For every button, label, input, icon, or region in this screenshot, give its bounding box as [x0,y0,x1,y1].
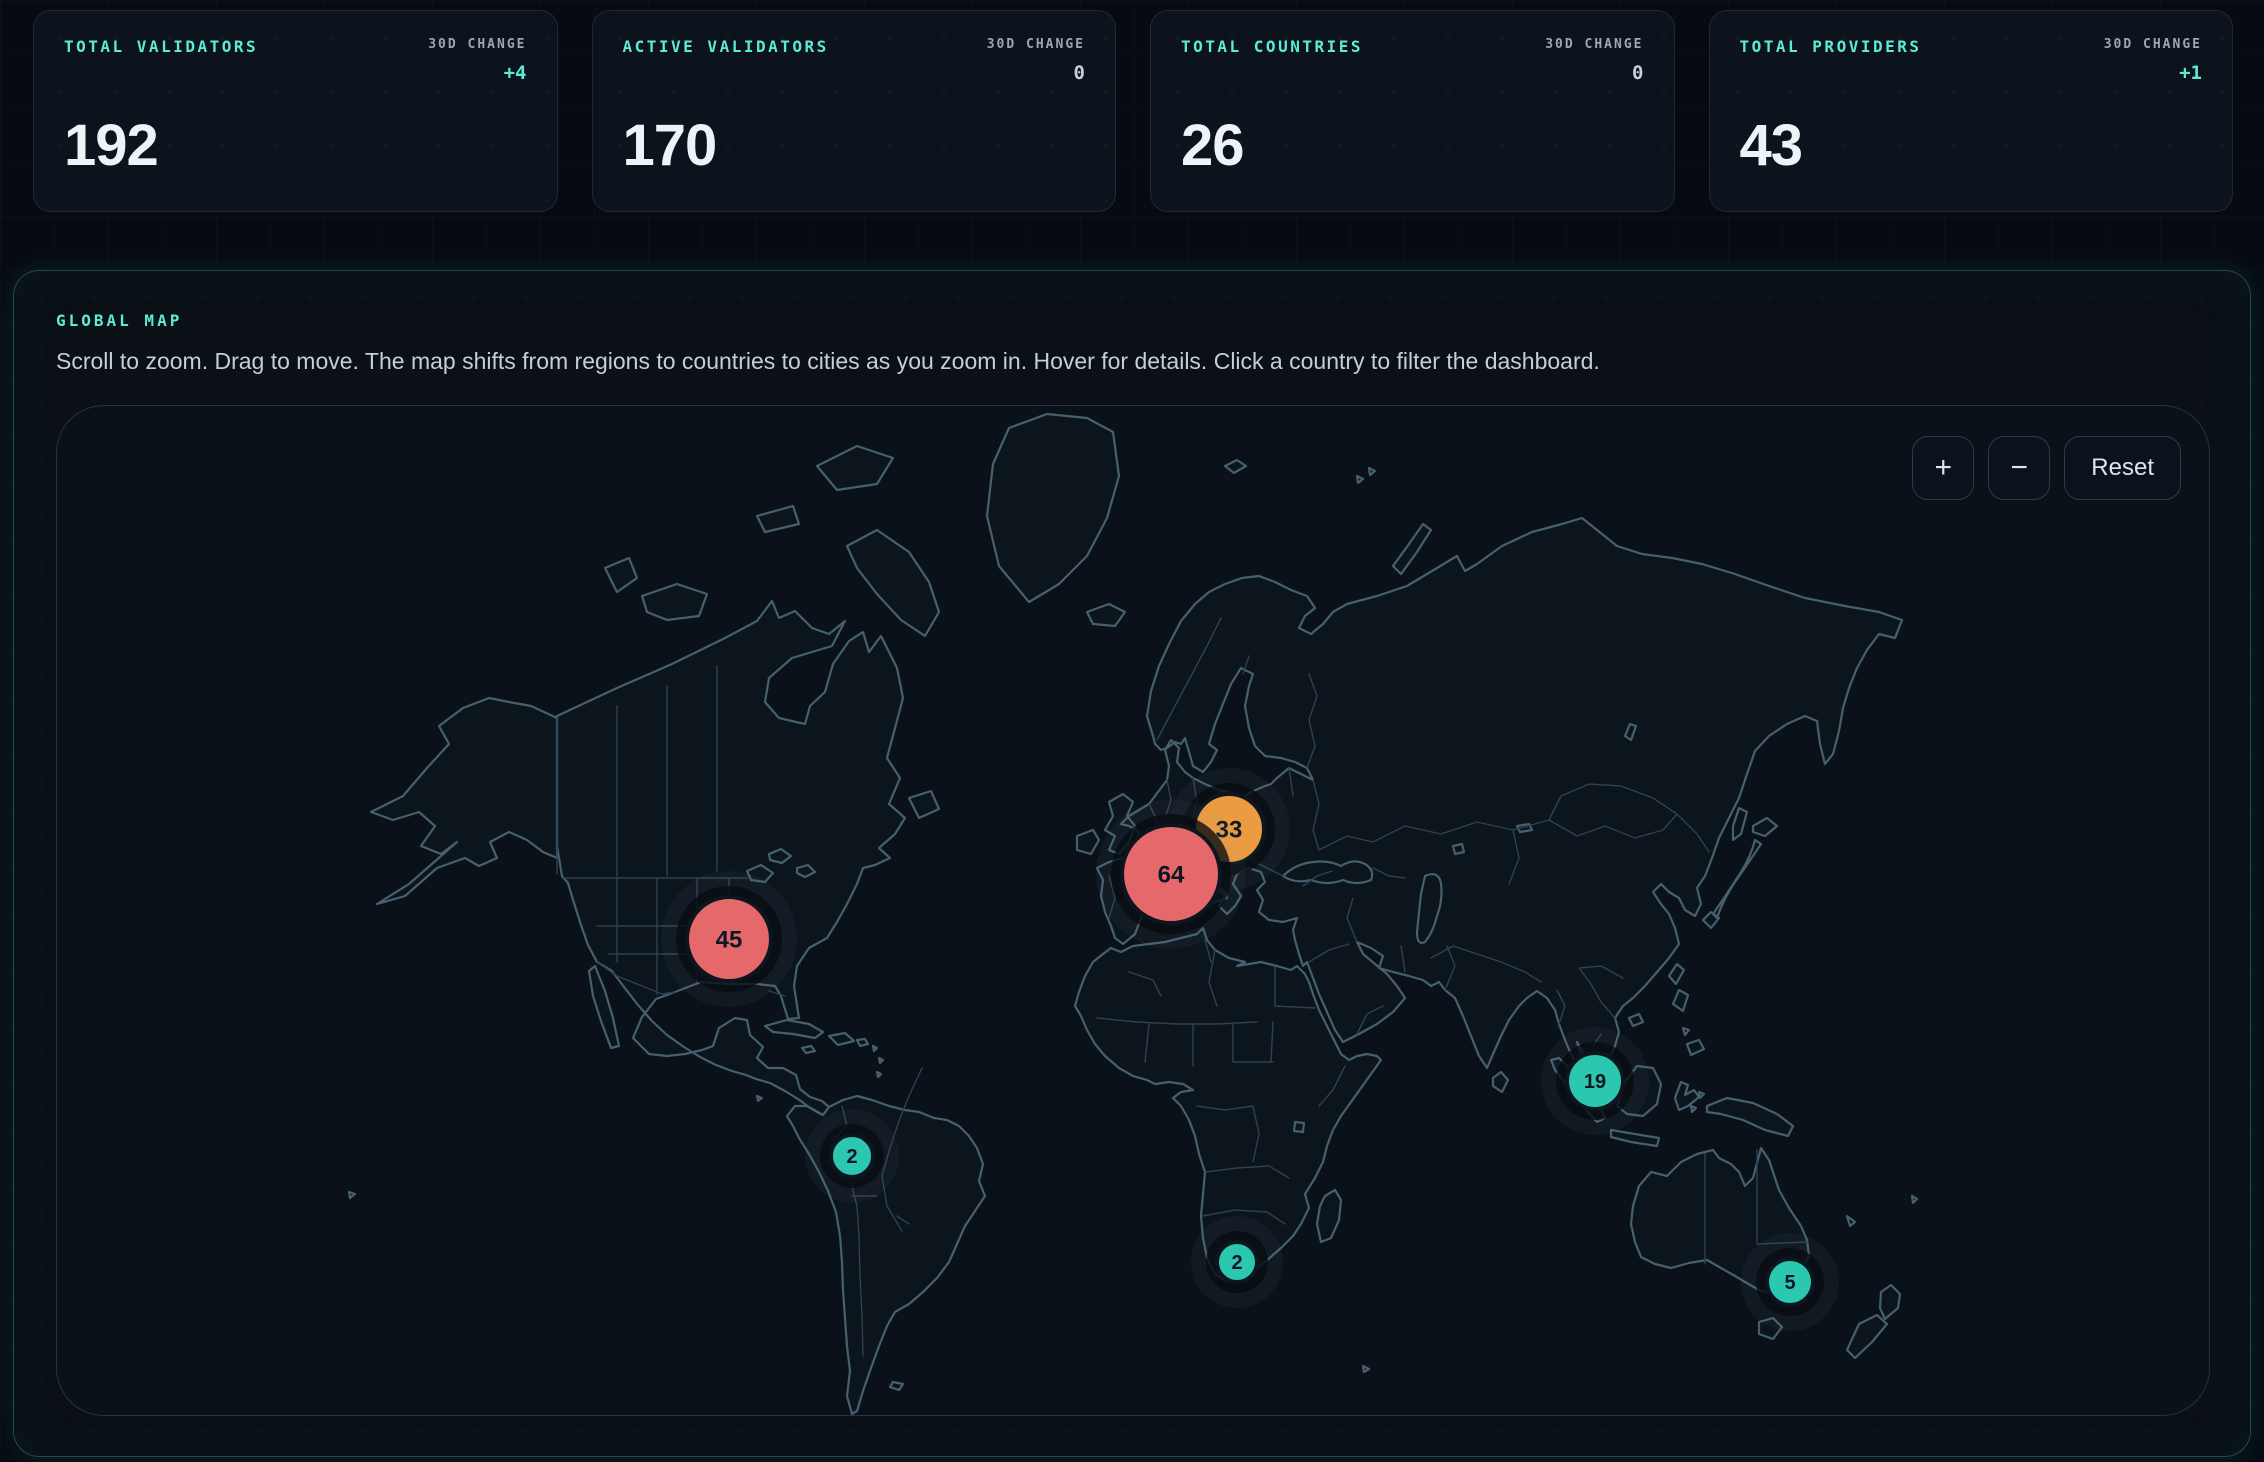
stat-label: ACTIVE VALIDATORS [623,37,829,56]
stat-change-label: 30D CHANGE [987,37,1085,52]
bubble-count: 2 [1231,1252,1242,1274]
stat-change-value: +4 [428,62,526,84]
stat-value: 43 [1740,117,2203,175]
stats-row: TOTAL VALIDATORS 30D CHANGE +4 192 ACTIV… [0,0,2264,212]
stat-change-label: 30D CHANGE [428,37,526,52]
stat-change-label: 30D CHANGE [2104,37,2202,52]
map-bubble-south-america[interactable]: 2 [805,1109,899,1203]
reset-label: Reset [2091,454,2154,482]
map-bubble-southeast-asia[interactable]: 19 [1541,1027,1649,1135]
map-bubble-southern-africa[interactable]: 2 [1191,1216,1283,1308]
zoom-in-button[interactable]: + [1912,436,1974,500]
minus-icon: − [2011,451,2029,485]
bubble-count: 19 [1584,1071,1606,1093]
map-bubble-north-america[interactable]: 45 [661,871,797,1007]
panel-title: GLOBAL MAP [56,311,2208,330]
bubble-count: 2 [846,1146,857,1168]
panel-description: Scroll to zoom. Drag to move. The map sh… [56,348,2208,375]
stat-value: 26 [1181,117,1644,175]
global-map-panel: GLOBAL MAP Scroll to zoom. Drag to move.… [13,270,2251,1457]
stat-change-value: 0 [1545,62,1643,84]
map-controls: + − Reset [1912,436,2181,500]
bubble-count: 64 [1158,862,1185,889]
stat-label: TOTAL PROVIDERS [1740,37,1922,56]
reset-button[interactable]: Reset [2064,436,2181,500]
stat-change-value: +1 [2104,62,2202,84]
bubble-count: 5 [1784,1272,1795,1294]
world-map[interactable]: 45336419225 [57,406,2210,1416]
stat-change-label: 30D CHANGE [1545,37,1643,52]
stat-label: TOTAL COUNTRIES [1181,37,1363,56]
map-bubble-western-europe[interactable]: 64 [1096,799,1246,949]
stat-card-total-countries: TOTAL COUNTRIES 30D CHANGE 0 26 [1150,10,1675,212]
stat-card-total-validators: TOTAL VALIDATORS 30D CHANGE +4 192 [33,10,558,212]
stat-card-total-providers: TOTAL PROVIDERS 30D CHANGE +1 43 [1709,10,2234,212]
map-bubble-oceania[interactable]: 5 [1741,1233,1839,1331]
zoom-out-button[interactable]: − [1988,436,2050,500]
plus-icon: + [1935,451,1953,485]
stat-change-value: 0 [987,62,1085,84]
stat-value: 192 [64,117,527,175]
stat-card-active-validators: ACTIVE VALIDATORS 30D CHANGE 0 170 [592,10,1117,212]
bubble-count: 45 [716,927,743,954]
stat-value: 170 [623,117,1086,175]
stat-label: TOTAL VALIDATORS [64,37,258,56]
world-map-viewport[interactable]: + − Reset [56,405,2210,1416]
